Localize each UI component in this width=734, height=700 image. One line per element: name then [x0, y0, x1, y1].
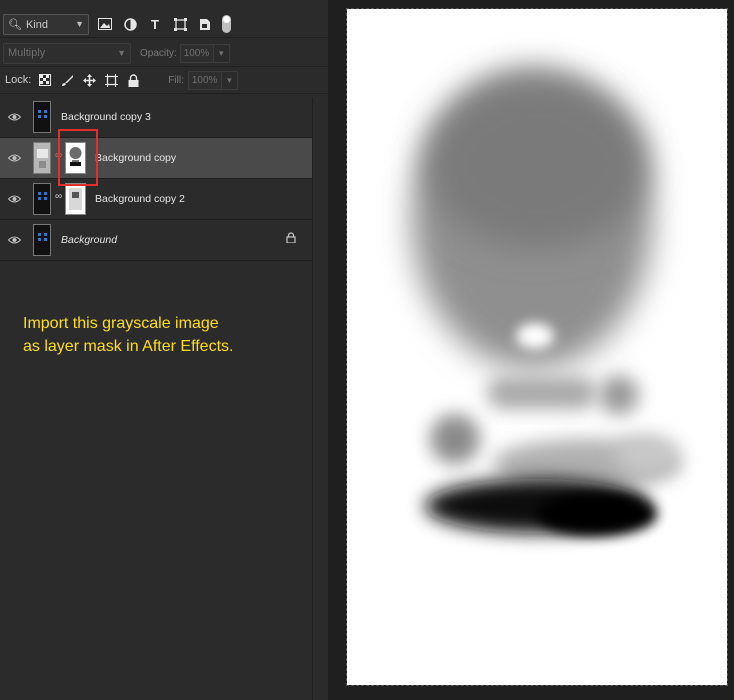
layers-list: Background copy 3 ∞ Background copy ∞ Ba… [0, 97, 313, 261]
shape-filter-icon[interactable] [171, 15, 189, 33]
layer-thumbnail [33, 101, 51, 133]
blend-row: Multiply ▼ Opacity: 100% ▼ [0, 40, 328, 67]
document-canvas[interactable] [346, 8, 728, 686]
kind-label: Kind [25, 18, 48, 31]
panel-divider [312, 97, 313, 700]
smart-object-filter-icon[interactable] [196, 15, 214, 33]
eye-icon[interactable] [0, 236, 28, 244]
link-icon[interactable]: ∞ [55, 191, 62, 202]
blend-mode-value: Multiply [8, 47, 46, 59]
layer-row-selected[interactable]: ∞ Background copy [0, 138, 313, 179]
layer-row[interactable]: Background [0, 220, 313, 261]
grayscale-mask-image [347, 9, 727, 685]
annotation-text: Import this grayscale image as layer mas… [23, 312, 293, 358]
layer-row[interactable]: ∞ Background copy 2 [0, 179, 313, 220]
fill-label: Fill: [168, 74, 184, 86]
lock-transparency-icon[interactable] [37, 72, 53, 88]
lock-all-icon[interactable] [125, 72, 141, 88]
search-icon: 🔍︎ [8, 18, 22, 31]
lock-position-icon[interactable] [81, 72, 97, 88]
lock-artboard-icon[interactable] [103, 72, 119, 88]
filter-toggle[interactable] [222, 15, 231, 33]
blend-mode-dropdown[interactable]: Multiply ▼ [3, 42, 131, 64]
opacity-field[interactable]: 100% [179, 43, 214, 63]
layer-name: Background copy 3 [61, 111, 151, 123]
layer-lock-icon [286, 232, 296, 246]
filter-row: 🔍︎ Kind ▼ T [0, 11, 328, 38]
eye-icon[interactable] [0, 195, 28, 203]
kind-filter-dropdown[interactable]: 🔍︎ Kind ▼ [3, 13, 89, 35]
eye-icon[interactable] [0, 113, 28, 121]
eye-icon[interactable] [0, 154, 28, 162]
image-filter-icon[interactable] [96, 15, 114, 33]
layer-thumbnail [33, 224, 51, 256]
annotation-line-1: Import this grayscale image [23, 315, 219, 332]
lock-image-pixels-icon[interactable] [59, 72, 75, 88]
layer-name: Background [61, 234, 118, 246]
mask-highlight-box [58, 129, 98, 186]
layer-name: Background copy 2 [95, 193, 185, 205]
adjustment-filter-icon[interactable] [121, 15, 139, 33]
fill-field[interactable]: 100% [187, 70, 222, 90]
layer-name: Background copy [95, 152, 177, 164]
fill-chevron-icon[interactable]: ▼ [221, 70, 238, 90]
opacity-chevron-icon[interactable]: ▼ [213, 43, 230, 63]
type-filter-icon[interactable]: T [146, 15, 164, 33]
layer-row[interactable]: Background copy 3 [0, 97, 313, 138]
layer-thumbnail [33, 142, 51, 174]
opacity-value: 100% [183, 47, 210, 59]
opacity-label: Opacity: [140, 47, 177, 59]
lock-label: Lock: [5, 74, 32, 86]
chevron-down-icon: ▼ [75, 19, 84, 29]
layer-mask-thumbnail[interactable] [65, 183, 86, 215]
annotation-line-2: as layer mask in After Effects. [23, 338, 234, 355]
layers-panel: 🔍︎ Kind ▼ T Multiply ▼ Opacity: 100% ▼ L… [0, 0, 328, 700]
photoshop-window: 🔍︎ Kind ▼ T Multiply ▼ Opacity: 100% ▼ L… [0, 0, 734, 700]
fill-value: 100% [191, 74, 218, 86]
lock-row: Lock: Fill: 100% ▼ [0, 67, 328, 94]
chevron-down-icon: ▼ [117, 48, 126, 58]
layer-thumbnail [33, 183, 51, 215]
